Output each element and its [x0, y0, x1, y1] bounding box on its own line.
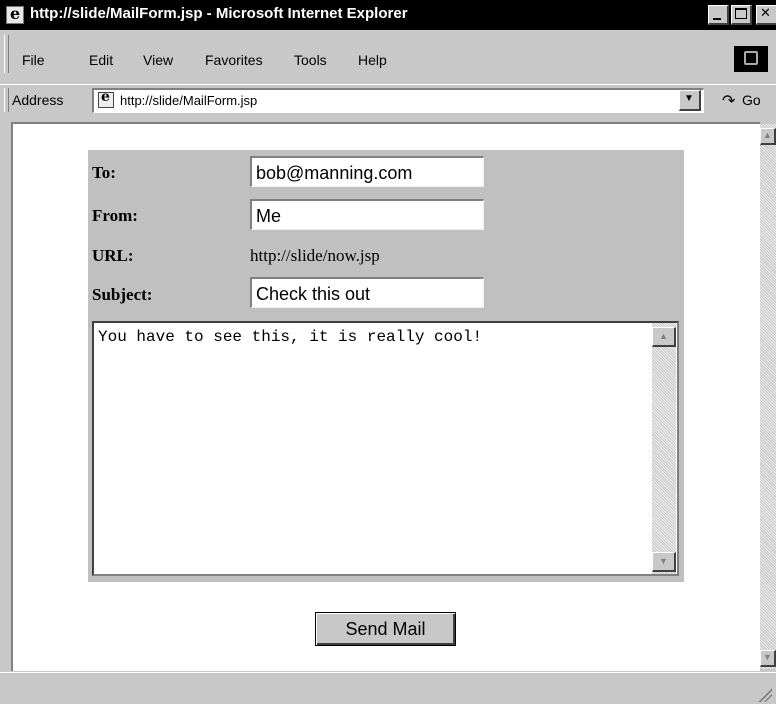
to-label: To:: [92, 163, 116, 182]
menu-view[interactable]: View: [143, 52, 173, 68]
ie-throbber-logo: [734, 46, 768, 72]
maximize-button[interactable]: [731, 5, 752, 25]
address-label: Address: [12, 92, 64, 108]
page-icon: [98, 89, 114, 108]
window-title: http://slide/MailForm.jsp - Microsoft In…: [30, 5, 408, 22]
menu-help[interactable]: Help: [358, 52, 387, 68]
toolbar-grip[interactable]: [4, 35, 9, 73]
menu-file[interactable]: File: [22, 52, 45, 68]
minimize-button[interactable]: [708, 5, 729, 25]
title-bar: http://slide/MailForm.jsp - Microsoft In…: [0, 0, 776, 30]
from-input[interactable]: Me: [250, 199, 484, 230]
textarea-scroll-down-button[interactable]: [652, 552, 676, 572]
page-scrollbar[interactable]: [760, 124, 776, 669]
go-button[interactable]: Go: [742, 92, 761, 108]
ie-app-icon: [6, 4, 24, 24]
scroll-down-button[interactable]: [760, 650, 776, 667]
textarea-scroll-up-button[interactable]: [652, 327, 676, 347]
from-label: From:: [92, 206, 138, 225]
status-bar: [0, 672, 776, 704]
address-dropdown-button[interactable]: [679, 90, 701, 111]
menu-favorites[interactable]: Favorites: [205, 52, 263, 68]
browser-window: http://slide/MailForm.jsp - Microsoft In…: [0, 0, 776, 704]
to-input[interactable]: bob@manning.com: [250, 156, 484, 187]
address-grip[interactable]: [4, 88, 9, 112]
subject-input[interactable]: Check this out: [250, 277, 484, 308]
resize-grip-icon[interactable]: [756, 688, 772, 702]
close-button[interactable]: [756, 5, 776, 25]
address-input[interactable]: http://slide/MailForm.jsp: [92, 88, 704, 113]
message-textarea[interactable]: You have to see this, it is really cool!: [92, 321, 679, 576]
subject-label: Subject:: [92, 285, 153, 304]
menu-edit[interactable]: Edit: [89, 52, 113, 68]
go-arrow-icon[interactable]: ↷: [722, 91, 735, 110]
send-mail-button[interactable]: Send Mail: [315, 612, 456, 646]
menu-tools[interactable]: Tools: [294, 52, 327, 68]
textarea-scrollbar[interactable]: [652, 323, 676, 574]
menu-bar: [0, 31, 776, 77]
url-value: http://slide/now.jsp: [250, 246, 380, 265]
scroll-up-button[interactable]: [760, 128, 776, 145]
url-label: URL:: [92, 246, 134, 265]
message-text: You have to see this, it is really cool!: [98, 328, 483, 346]
address-url: http://slide/MailForm.jsp: [120, 93, 258, 108]
